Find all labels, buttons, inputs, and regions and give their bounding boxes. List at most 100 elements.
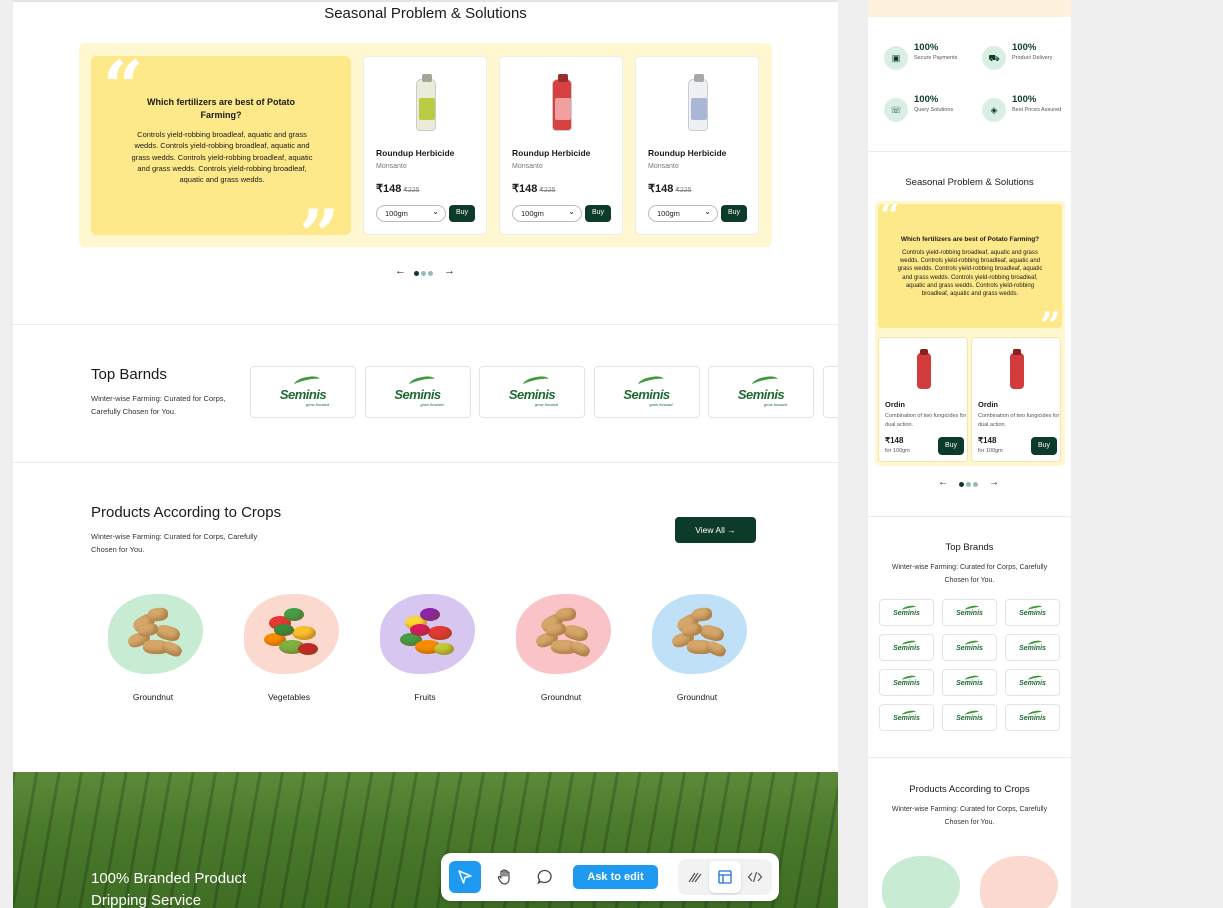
pager-dot[interactable]	[959, 482, 964, 487]
feature-label: Product Delivery	[1012, 55, 1053, 61]
delivery-icon: ⛟	[982, 46, 1006, 70]
view-all-button[interactable]: View All →	[675, 517, 756, 543]
pager-dot[interactable]	[421, 271, 426, 276]
mobile-brand-card[interactable]: Seminis	[879, 704, 934, 731]
feature-item: ◈ 100% Best Prices Assured	[982, 94, 1071, 130]
size-select[interactable]: 100gm ⌄	[376, 205, 446, 222]
product-unit: for 100gm	[885, 448, 910, 454]
bottle-label	[419, 98, 435, 120]
close-quote-icon: ”	[299, 201, 339, 236]
brand-logo-card[interactable]: Seminisgrow forward	[822, 366, 838, 418]
mobile-brand-card[interactable]: Seminis	[879, 599, 934, 626]
product-name: Roundup Herbicide	[648, 148, 727, 158]
buy-button[interactable]: Buy	[721, 205, 747, 222]
product-card[interactable]: Roundup Herbicide Monsanto ₹148 ₹225 100gm ⌄ B…	[363, 56, 487, 235]
mobile-crop-groundnut[interactable]	[878, 852, 963, 908]
comment-icon[interactable]	[529, 861, 561, 893]
view-mode-group	[678, 859, 772, 895]
product-card[interactable]: Roundup Herbicide Monsanto ₹148 ₹225 100gm ⌄ B…	[635, 56, 759, 235]
buy-button[interactable]: Buy	[449, 205, 475, 222]
brand-name: Seminis	[956, 715, 983, 722]
mobile-crop-vegetables[interactable]	[976, 852, 1061, 908]
mobile-brand-card[interactable]: Seminis	[942, 599, 997, 626]
product-image	[1010, 349, 1024, 389]
brand-logo-card[interactable]: Seminisgrow forward	[593, 366, 700, 418]
mobile-crops-title: Products According to Crops	[909, 784, 1030, 795]
mobile-brand-card[interactable]: Seminis	[942, 634, 997, 661]
product-description: Combination of two fungicides for dual a…	[885, 413, 967, 428]
code-icon[interactable]	[739, 861, 771, 893]
mobile-product-card[interactable]: Ordin Combination of two fungicides for d…	[971, 337, 1061, 462]
open-quote-icon: “	[880, 204, 901, 237]
size-select[interactable]: 100gm ⌄	[648, 205, 718, 222]
mobile-brand-card[interactable]: Seminis	[942, 669, 997, 696]
banner-text: 100% Branded Product Dripping Service	[91, 868, 246, 908]
crop-item[interactable]: Groundnut	[642, 588, 752, 702]
crop-label: Groundnut	[676, 692, 718, 702]
hand-icon[interactable]	[489, 861, 521, 893]
size-select[interactable]: 100gm ⌄	[512, 205, 582, 222]
splash	[980, 856, 1058, 908]
mobile-top-brands-title: Top Brands	[945, 542, 994, 553]
brand-name: Seminis	[893, 680, 920, 687]
top-brands-title: Top Barnds	[91, 366, 167, 383]
next-arrow-icon[interactable]: →	[444, 265, 455, 277]
buy-button[interactable]: Buy	[938, 437, 964, 455]
next-arrow-icon[interactable]: →	[989, 477, 999, 488]
crop-item[interactable]: Groundnut	[98, 588, 208, 702]
quote-title: Which fertilizers are best of Potato Far…	[146, 97, 296, 120]
pager-dot[interactable]	[428, 271, 433, 276]
brand-name: Seminis	[508, 387, 556, 402]
bottle-label	[555, 98, 571, 120]
pager-dot[interactable]	[414, 271, 419, 276]
feature-item: ⛟ 100% Product Delivery	[982, 42, 1071, 78]
crop-item[interactable]: Fruits	[370, 588, 480, 702]
divider	[13, 0, 838, 2]
cursor-icon[interactable]	[449, 861, 481, 893]
mobile-brand-card[interactable]: Seminis	[1005, 599, 1060, 626]
crop-item[interactable]: Vegetables	[234, 588, 344, 702]
prev-arrow-icon[interactable]: ←	[395, 265, 406, 277]
crop-item[interactable]: Groundnut	[506, 588, 616, 702]
buy-button[interactable]: Buy	[1031, 437, 1057, 455]
product-price: ₹148	[978, 436, 997, 445]
feature-percent: 100%	[914, 94, 939, 105]
product-price: ₹148 ₹225	[648, 182, 692, 195]
product-price: ₹148 ₹225	[512, 182, 556, 195]
mobile-product-card[interactable]: Ordin Combination of two fungicides for d…	[878, 337, 968, 462]
feature-label: Secure Payments	[914, 55, 958, 61]
price-value: ₹148	[648, 183, 674, 195]
mobile-brand-card[interactable]: Seminis	[942, 704, 997, 731]
divider	[868, 757, 1071, 758]
buy-button[interactable]: Buy	[585, 205, 611, 222]
mobile-top-brands-subtitle: Winter-wise Farming: Curated for Corps, …	[891, 564, 1048, 584]
editor-toolbar: Ask to edit	[441, 853, 779, 901]
prev-arrow-icon[interactable]: ←	[938, 477, 948, 488]
size-value: 100gm	[521, 209, 544, 218]
pager-dot[interactable]	[966, 482, 971, 487]
feature-label: Best Prices Assured	[1012, 107, 1062, 113]
ask-to-edit-button[interactable]: Ask to edit	[573, 865, 658, 889]
brand-logo-card[interactable]: Seminisgrow forward	[479, 366, 585, 418]
brand-logo-card[interactable]: Seminisgrow forward	[250, 366, 356, 418]
product-card[interactable]: Roundup Herbicide Monsanto ₹148 ₹225 100gm ⌄ B…	[499, 56, 623, 235]
mobile-brand-card[interactable]: Seminis	[1005, 704, 1060, 731]
price-tag-icon: ◈	[982, 98, 1006, 122]
quote-card: “ Which fertilizers are best of Potato F…	[91, 56, 351, 235]
brand-name: Seminis	[1019, 680, 1046, 687]
layout-icon[interactable]	[709, 861, 741, 893]
mobile-pager: ← →	[938, 477, 1002, 490]
brand-tagline: grow forward	[763, 402, 787, 407]
brand-name: Seminis	[279, 387, 327, 402]
mobile-brand-card[interactable]: Seminis	[1005, 669, 1060, 696]
mobile-brand-card[interactable]: Seminis	[879, 634, 934, 661]
mobile-brand-card[interactable]: Seminis	[1005, 634, 1060, 661]
crop-label: Groundnut	[132, 692, 174, 702]
pager-dot[interactable]	[973, 482, 978, 487]
crop-image-part	[410, 624, 430, 636]
mobile-brand-card[interactable]: Seminis	[879, 669, 934, 696]
bottle-label	[691, 98, 707, 120]
brand-logo-card[interactable]: Seminisgrow forward	[708, 366, 814, 418]
brand-logo-card[interactable]: Seminisgrow forward	[364, 366, 471, 418]
draw-icon[interactable]	[679, 861, 711, 893]
